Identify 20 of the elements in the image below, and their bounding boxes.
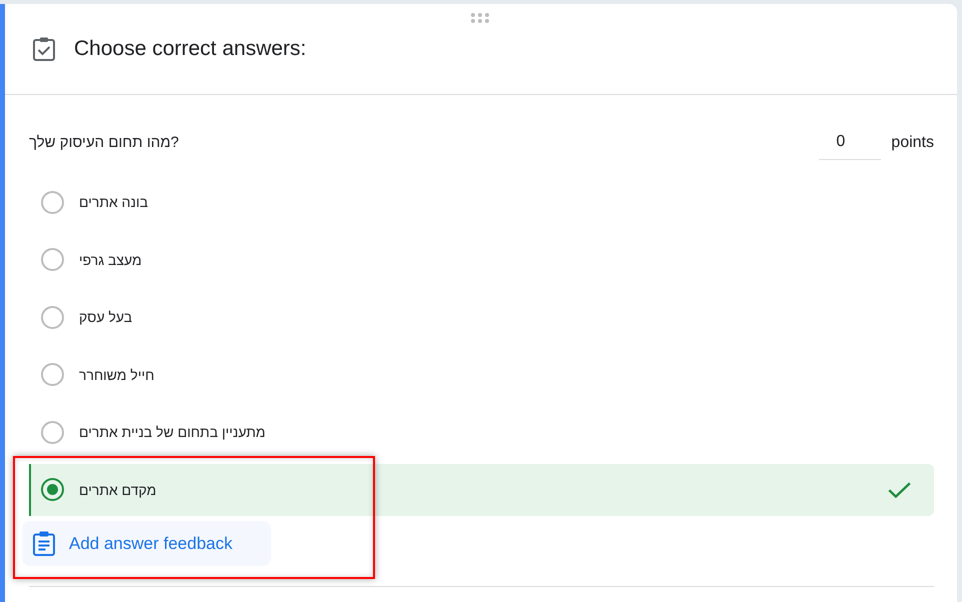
option-label: חייל משוחרר <box>79 366 154 382</box>
option-label: מעצב גרפי <box>79 252 142 268</box>
points-input[interactable]: 0 <box>819 125 882 160</box>
option-label: בונה אתרים <box>79 194 148 210</box>
clipboard-list-icon <box>33 531 55 556</box>
points-label: points <box>891 134 934 152</box>
clipboard-check-icon <box>33 37 55 61</box>
card-title: Choose correct answers: <box>74 37 306 61</box>
radio-button[interactable] <box>41 248 64 271</box>
radio-button[interactable] <box>41 306 64 328</box>
add-feedback-button[interactable]: Add answer feedback <box>22 521 271 566</box>
option-label: מתעניין בתחום של בניית אתרים <box>79 424 266 440</box>
question-text: מהו תחום העיסוק שלך? <box>29 134 179 151</box>
option-label: מקדם אתרים <box>79 482 156 498</box>
radio-button[interactable] <box>41 190 64 214</box>
radio-button[interactable] <box>41 420 64 444</box>
option-label: בעל עסק <box>79 309 132 325</box>
drag-handle-icon[interactable] <box>471 13 489 23</box>
radio-button[interactable] <box>41 363 64 386</box>
radio-button[interactable] <box>41 478 64 501</box>
